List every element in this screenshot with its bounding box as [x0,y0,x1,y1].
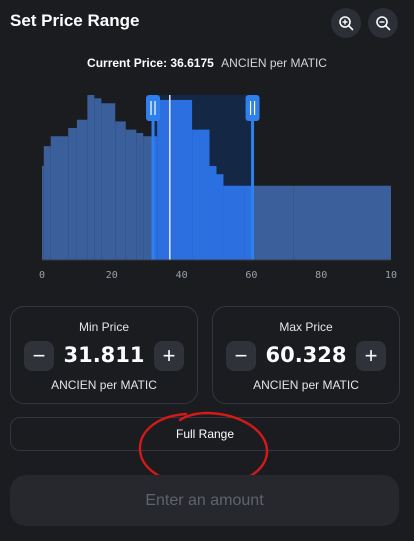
liquidity-bar [223,185,245,260]
liquidity-bar [293,185,391,260]
liquidity-chart[interactable]: 0 20 40 60 80 10 [0,85,414,285]
x-tick-label: 60 [245,270,257,281]
max-price-label: Max Price [279,320,333,334]
zoom-out-icon [376,16,391,31]
liquidity-bar [252,185,294,260]
min-range-handle[interactable] [146,95,161,121]
current-price-value: 36.6175 [170,56,214,70]
liquidity-bar [136,132,144,260]
full-range-button[interactable]: Full Range [10,417,400,451]
min-price-panel: Min Price − 31.811 + ANCIEN per MATIC [10,306,198,404]
min-price-label: Min Price [78,320,129,334]
zoom-in-button[interactable] [331,8,361,38]
liquidity-bar [115,121,126,261]
x-tick-label: 0 [39,270,45,281]
x-tick-label: 40 [176,270,188,281]
liquidity-bar [192,129,210,260]
max-price-increment-button[interactable]: + [356,341,386,371]
x-tick-label: 80 [315,270,327,281]
min-price-increment-button[interactable]: + [154,341,184,371]
liquidity-bar [244,185,252,260]
liquidity-bar [87,95,95,260]
liquidity-bar [68,128,77,260]
liquidity-bar [171,99,193,260]
current-price-label: Current Price: [87,56,168,70]
liquidity-bar [101,103,116,260]
liquidity-bar [43,146,51,260]
liquidity-bar [209,165,217,260]
liquidity-bar [50,136,69,260]
max-range-handle[interactable] [245,95,260,121]
x-tick-label: 10 [385,270,397,281]
current-price-row: Current Price: 36.6175 ANCIEN per MATIC [0,56,414,70]
enter-amount-button[interactable]: Enter an amount [10,475,399,526]
max-price-panel: Max Price − 60.328 + ANCIEN per MATIC [212,306,400,404]
min-price-unit: ANCIEN per MATIC [51,378,157,392]
liquidity-bar [216,174,224,260]
max-price-unit: ANCIEN per MATIC [253,378,359,392]
x-tick-label: 20 [106,270,118,281]
liquidity-bar [76,119,88,260]
page-title: Set Price Range [10,11,140,30]
zoom-out-button[interactable] [368,8,398,38]
liquidity-bar [94,98,102,260]
liquidity-bar [125,129,137,260]
liquidity-bar [42,165,44,260]
current-price-unit: ANCIEN per MATIC [221,56,327,70]
liquidity-bar [157,99,172,260]
zoom-in-icon [339,16,354,31]
